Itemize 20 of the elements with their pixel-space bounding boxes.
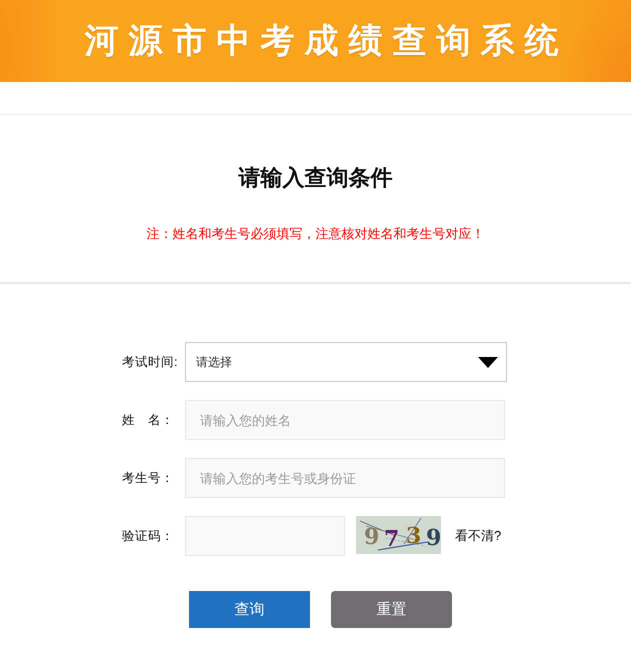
form-heading: 请输入查询条件 (238, 164, 392, 192)
field-label: 考试时间: (122, 354, 178, 370)
exam-time-select[interactable]: 请选择 (185, 342, 507, 382)
captcha-digit: 9 (426, 525, 441, 551)
input-field[interactable]: 请输入您的姓名 (185, 400, 505, 440)
captcha-noise-drawing (360, 518, 428, 550)
site-title: 河源市中考成绩查询系统 (84, 21, 568, 61)
captcha-input-field[interactable] (185, 516, 345, 556)
caret-icon (478, 356, 498, 368)
field-label: 姓 名： (122, 412, 175, 428)
captcha-digit: 3 (406, 523, 422, 549)
required-note: 注：姓名和考生号必须填写，注意核对姓名和考生号对应！ (146, 226, 484, 242)
input-field[interactable]: 请输入您的考生号或身份证 (185, 458, 505, 498)
field-label: 验证码： (122, 528, 175, 544)
query-button[interactable]: 查询 (189, 591, 310, 628)
field-label: 考生号： (122, 470, 175, 486)
captcha-digit: 9 (364, 524, 380, 550)
captcha-digit: 7 (384, 526, 400, 552)
reset-button[interactable]: 重置 (331, 591, 452, 628)
refresh-captcha-link[interactable]: 看不清? (455, 527, 502, 545)
